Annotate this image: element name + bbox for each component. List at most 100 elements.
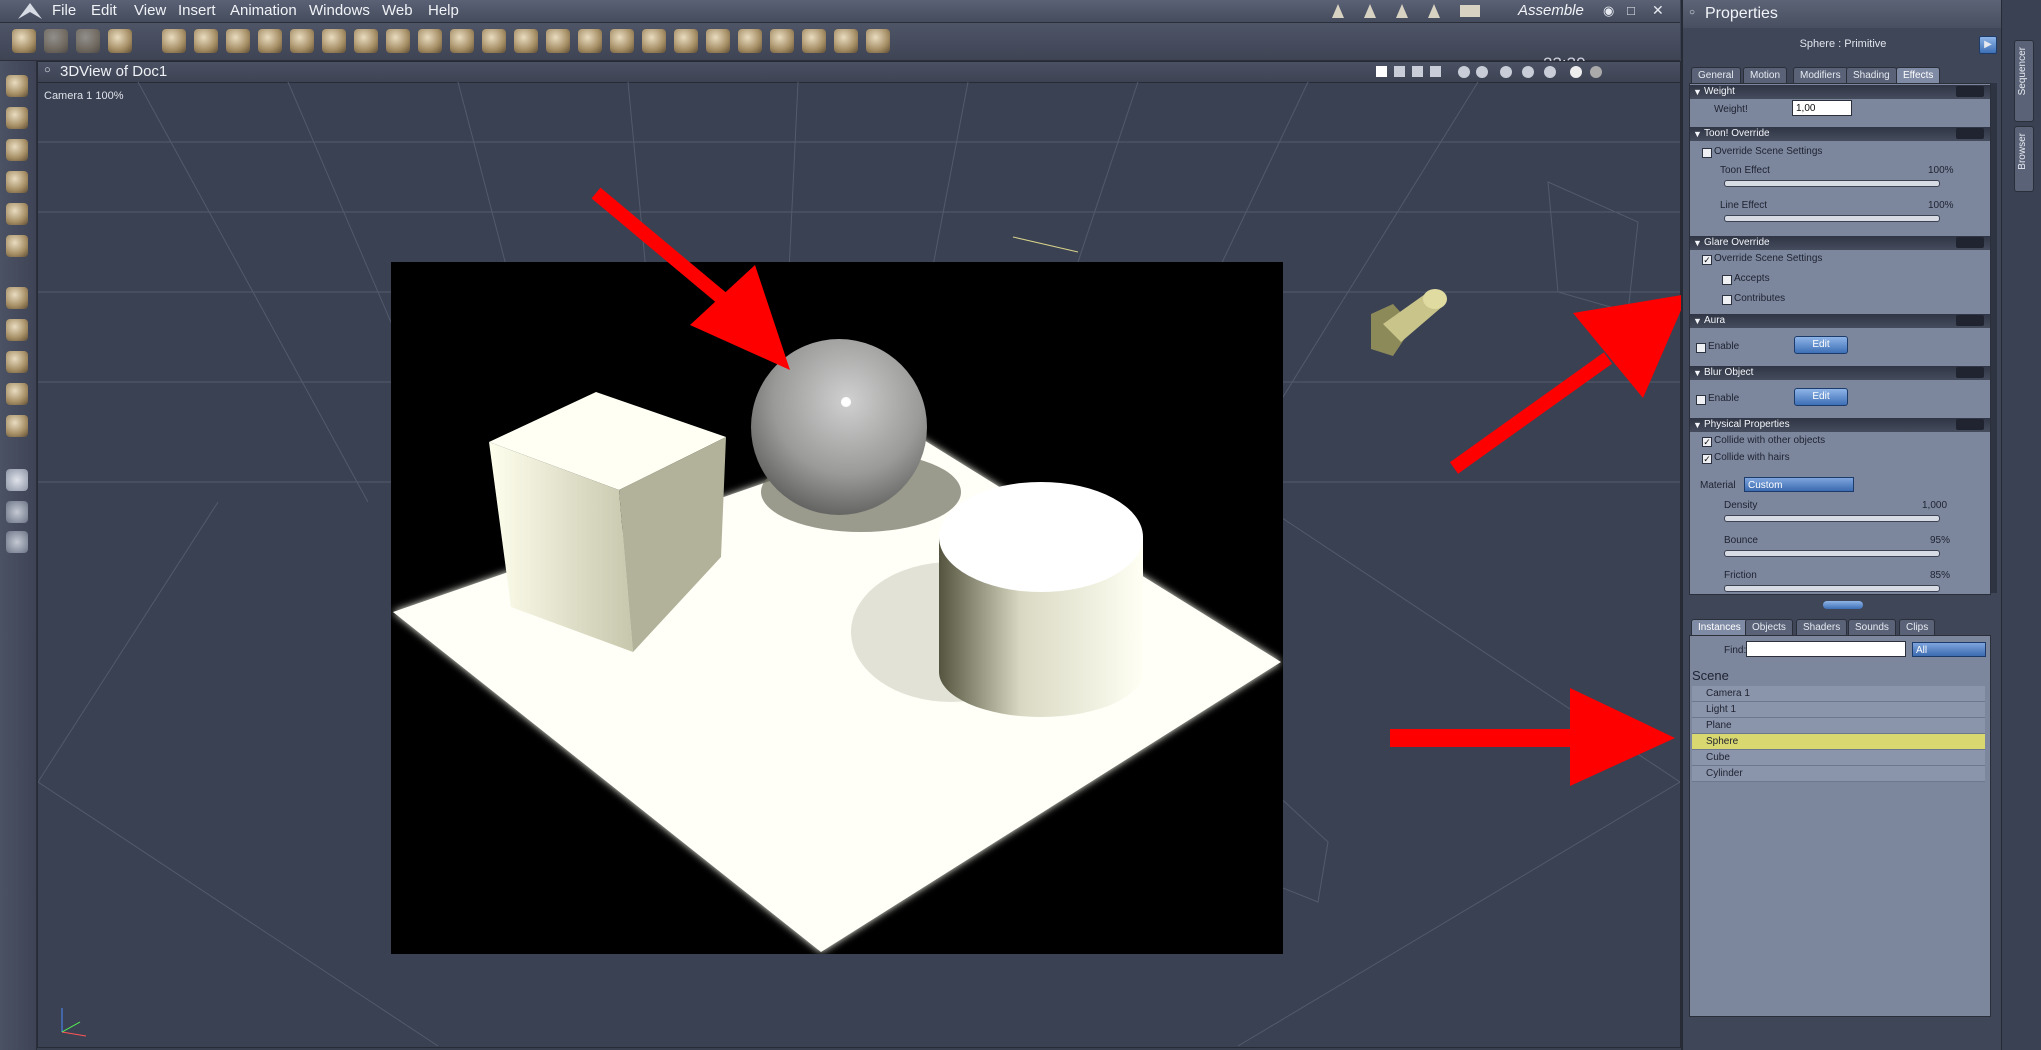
3d-viewport[interactable]: ○ 3DView of Doc1 Camera 1 100% [37, 61, 1681, 1048]
tab-sounds[interactable]: Sounds [1848, 619, 1896, 636]
menu-edit[interactable]: Edit [91, 2, 117, 19]
select-arrow-icon[interactable] [6, 75, 28, 97]
target-icon[interactable] [834, 29, 858, 53]
particles-icon[interactable] [802, 29, 826, 53]
twist-icon[interactable] [6, 171, 28, 193]
sphere-primitive-icon[interactable] [226, 29, 250, 53]
room-selector-icons[interactable] [1330, 2, 1500, 20]
tab-clips[interactable]: Clips [1899, 619, 1936, 636]
tab-effects[interactable]: Effects [1896, 67, 1941, 84]
pen-icon[interactable] [6, 203, 28, 225]
bowl-primitive-icon[interactable] [642, 29, 666, 53]
tool-render-icon[interactable] [108, 29, 132, 53]
globe-camera-icon[interactable] [6, 383, 28, 405]
tool-brush-icon[interactable] [12, 29, 36, 53]
sdk-gear-icon[interactable] [738, 29, 762, 53]
sdk-primitive-icon[interactable] [610, 29, 634, 53]
toon-override-checkbox[interactable] [1702, 148, 1712, 158]
menu-insert[interactable]: Insert [178, 2, 216, 19]
find-input[interactable] [1746, 641, 1906, 657]
move-icon[interactable] [6, 107, 28, 129]
menu-web[interactable]: Web [382, 2, 413, 19]
tab-sequencer[interactable]: Sequencer [2014, 40, 2034, 122]
glare-contributes-checkbox[interactable] [1722, 295, 1732, 305]
tab-modifiers[interactable]: Modifiers [1793, 67, 1848, 84]
menu-windows[interactable]: Windows [309, 2, 370, 19]
disk-primitive-icon[interactable] [450, 29, 474, 53]
tool-hand-icon[interactable] [44, 29, 68, 53]
collapse-dot-icon[interactable]: ○ [1689, 7, 1695, 18]
properties-arrow-button[interactable]: ▶ [1979, 36, 1997, 54]
section-buttons[interactable] [1956, 367, 1984, 378]
eye-icon[interactable]: ◉ [1603, 3, 1614, 19]
filter-select[interactable]: All [1912, 642, 1986, 657]
tree-primitive-icon[interactable] [418, 29, 442, 53]
cone-primitive-icon[interactable] [674, 29, 698, 53]
list-item[interactable]: Camera 1 [1692, 686, 1985, 702]
sdk-grid-icon[interactable] [770, 29, 794, 53]
rotate-icon[interactable] [6, 139, 28, 161]
pan-camera-icon[interactable] [6, 287, 28, 309]
material-select[interactable]: Custom [1744, 477, 1854, 492]
camera-icon[interactable] [6, 469, 28, 491]
aura-enable-checkbox[interactable] [1696, 343, 1706, 353]
section-physical-properties[interactable]: ▼ Physical Properties [1690, 418, 1990, 432]
box-view-icon[interactable] [6, 415, 28, 437]
capsule-primitive-icon[interactable] [578, 29, 602, 53]
menu-file[interactable]: File [52, 2, 76, 19]
collide-objects-checkbox[interactable]: ✓ [1702, 437, 1712, 447]
section-buttons[interactable] [1956, 128, 1984, 139]
plane-primitive-icon[interactable] [386, 29, 410, 53]
dolly-camera-icon[interactable] [6, 351, 28, 373]
tab-general[interactable]: General [1691, 67, 1741, 84]
orbit-camera-icon[interactable] [6, 319, 28, 341]
aura-edit-button[interactable]: Edit [1794, 336, 1848, 354]
zoom-icon[interactable] [6, 531, 28, 553]
tab-shaders[interactable]: Shaders [1796, 619, 1848, 636]
section-weight[interactable]: ▼ Weight [1690, 85, 1990, 99]
menu-animation[interactable]: Animation [230, 2, 297, 19]
list-item-selected[interactable]: Sphere [1692, 734, 1985, 750]
gear-primitive-icon[interactable] [354, 29, 378, 53]
blur-enable-checkbox[interactable] [1696, 395, 1706, 405]
cylinder-primitive-icon[interactable] [162, 29, 186, 53]
tab-shading[interactable]: Shading [1846, 67, 1897, 84]
tab-instances[interactable]: Instances [1691, 619, 1748, 636]
glare-override-checkbox[interactable]: ✓ [1702, 255, 1712, 265]
list-item[interactable]: Plane [1692, 718, 1985, 734]
friction-slider[interactable] [1724, 585, 1940, 592]
panel-splitter-handle[interactable] [1823, 601, 1863, 609]
grid-primitive-icon[interactable] [546, 29, 570, 53]
section-buttons[interactable] [1956, 237, 1984, 248]
properties-scrollbar[interactable] [1991, 83, 1997, 593]
section-buttons[interactable] [1956, 419, 1984, 430]
section-blur-object[interactable]: ▼ Blur Object [1690, 366, 1990, 380]
tab-objects[interactable]: Objects [1745, 619, 1793, 636]
close-icon[interactable]: ✕ [1652, 2, 1664, 19]
section-buttons[interactable] [1956, 315, 1984, 326]
toon-effect-slider[interactable] [1724, 180, 1940, 187]
glare-accepts-checkbox[interactable] [1722, 275, 1732, 285]
tool-magnet-icon[interactable] [76, 29, 100, 53]
collapse-dot-icon[interactable]: ○ [44, 64, 51, 76]
bounce-slider[interactable] [1724, 550, 1940, 557]
wrench-icon[interactable] [6, 235, 28, 257]
viewport-display-controls[interactable] [1296, 65, 1676, 79]
section-glare-override[interactable]: ▼ Glare Override [1690, 236, 1990, 250]
weight-input[interactable]: 1,00 [1792, 100, 1852, 116]
hand-icon[interactable] [6, 501, 28, 523]
list-item[interactable]: Light 1 [1692, 702, 1985, 718]
hand-primitive-icon[interactable] [482, 29, 506, 53]
column-primitive-icon[interactable] [194, 29, 218, 53]
menu-help[interactable]: Help [428, 2, 459, 19]
text-primitive-icon[interactable] [322, 29, 346, 53]
line-effect-slider[interactable] [1724, 215, 1940, 222]
section-aura[interactable]: ▼ Aura [1690, 314, 1990, 328]
menu-view[interactable]: View [134, 2, 166, 19]
sdk-sphere-icon[interactable] [706, 29, 730, 53]
tab-browser[interactable]: Browser [2014, 126, 2034, 192]
section-toon-override[interactable]: ▼ Toon! Override [1690, 127, 1990, 141]
blur-edit-button[interactable]: Edit [1794, 388, 1848, 406]
list-item[interactable]: Cylinder [1692, 766, 1985, 782]
terrain-primitive-icon[interactable] [514, 29, 538, 53]
